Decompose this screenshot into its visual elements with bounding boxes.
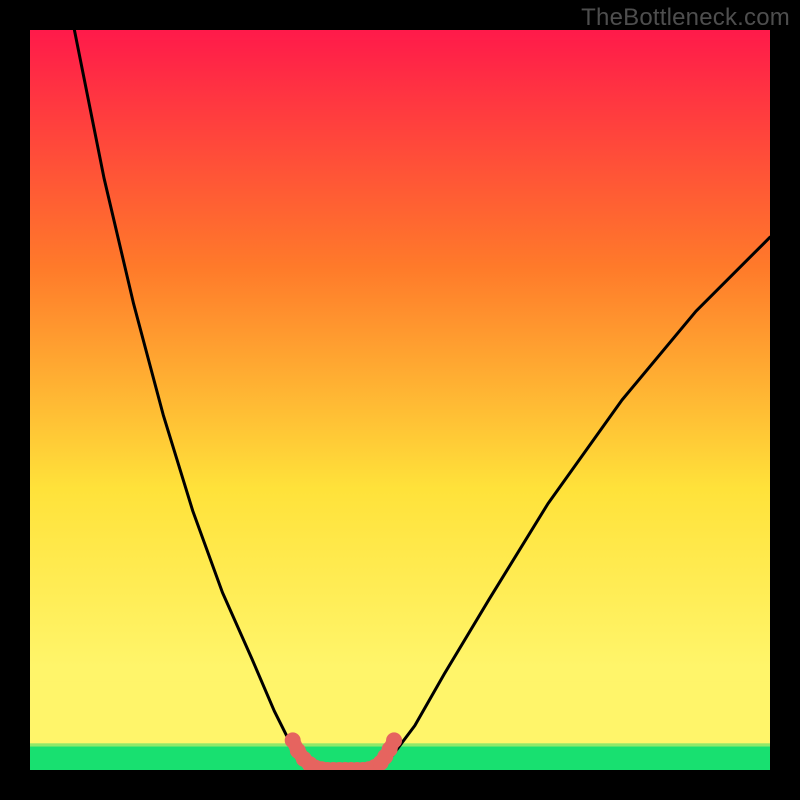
chart-svg xyxy=(30,30,770,770)
green-band xyxy=(30,746,770,770)
valley-marker-dot xyxy=(386,732,402,748)
gradient-background xyxy=(30,30,770,770)
plot-area xyxy=(30,30,770,770)
chart-frame: TheBottleneck.com xyxy=(0,0,800,800)
watermark-text: TheBottleneck.com xyxy=(581,4,790,32)
